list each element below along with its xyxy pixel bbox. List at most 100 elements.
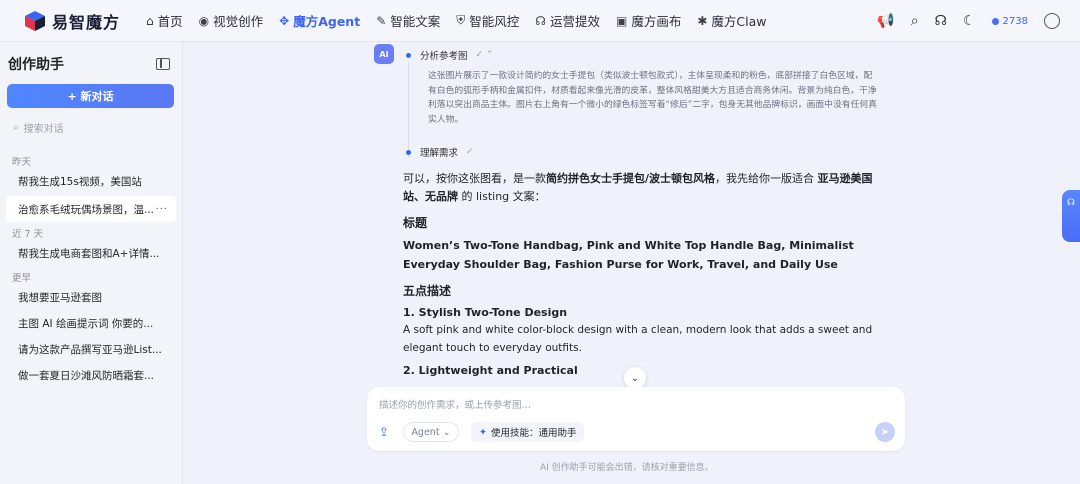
history-item[interactable]: 请为这款产品撰写亚马逊List... — [6, 336, 176, 362]
claw-icon: ✱ — [697, 13, 708, 28]
nav-item-label: 魔方Claw — [711, 14, 767, 29]
top-navbar: 易智魔方 ⌂ 首页 ◉ 视觉创作 ✥ 魔方Agent ✎ 智能文案 ⛨ 智能风控 ☊ 运营提效 ▣ 魔方画… — [0, 0, 1080, 42]
prompt-input[interactable]: 描述你的创作需求，或上传参考图… — [379, 397, 531, 411]
agent-select[interactable]: Agent ⌄ — [403, 422, 459, 442]
megaphone-icon[interactable]: 📢 — [877, 13, 894, 29]
shield-icon: ⛨ — [456, 13, 466, 27]
customer-service-tab[interactable]: ☊ — [1062, 190, 1080, 242]
nav-item-1[interactable]: ◉ 视觉创作 — [199, 11, 264, 30]
eye-icon: ◉ — [198, 13, 210, 28]
moon-icon[interactable]: ☾ — [963, 13, 976, 29]
nav-item-3[interactable]: ✎ 智能文案 — [376, 11, 440, 30]
assistant-answer: 可以，按你这张图看，是一款简约拼色女士手提包/波士顿包风格，我先给你一版适合 亚… — [403, 170, 893, 377]
history-item-label: 帮我生成电商套图和A+详情... — [18, 247, 160, 260]
history-group-label: 近 7 天 — [12, 229, 44, 240]
intro-bold: 简约拼色女士手提包/波士顿包风格 — [546, 172, 716, 185]
step-connector — [408, 62, 409, 158]
canvas-icon: ▣ — [615, 13, 628, 28]
history-item-label: 请为这款产品撰写亚马逊List... — [18, 343, 162, 356]
sidebar-header: 创作助手 — [0, 42, 182, 74]
credits-icon — [991, 17, 999, 25]
nav-item-label: 首页 — [157, 14, 183, 29]
skill-button[interactable]: ✦ 使用技能：通用助手 — [471, 422, 585, 442]
history-item-label: 我想要亚马逊套图 — [18, 291, 102, 304]
history-item-label: 帮我生成15s视频，美国站 — [18, 175, 142, 188]
nav-item-6[interactable]: ▣ 魔方画布 — [616, 11, 681, 30]
history-item-label: 主图 AI 绘画提示词 你要的... — [18, 317, 154, 330]
more-options-icon[interactable]: ··· — [155, 204, 168, 215]
chat-main: AI 分析参考图 ✓ ⌃ 这张图片展示了一款设计简约的女士手提包（类似波士顿包款… — [184, 42, 1080, 484]
intro-text: ，我先给你一版适合 — [715, 172, 818, 185]
history-item-label: 做一套夏日沙滩风防晒霜套... — [18, 369, 155, 382]
nav-item-2[interactable]: ✥ 魔方Agent — [279, 11, 360, 30]
step-analyze-reference[interactable]: 分析参考图 ✓ ⌃ — [406, 48, 493, 62]
app-logo[interactable]: 易智魔方 — [24, 9, 134, 33]
nav-item-label: 魔方画布 — [631, 14, 682, 29]
search-icon: ⌕ — [13, 121, 19, 133]
history-item[interactable]: 帮我生成15s视频，美国站 — [6, 168, 176, 194]
bullet-title: 2. Lightweight and Practical — [403, 364, 578, 377]
avatar[interactable] — [1044, 13, 1060, 29]
listing-title: Women’s Two-Tone Handbag, Pink and White… — [403, 239, 854, 271]
sparkle-icon: ✦ — [479, 426, 487, 438]
intro-text: 可以，按你这张图看，是一款 — [403, 172, 546, 185]
history-item[interactable]: 做一套夏日沙滩风防晒霜套... — [6, 362, 176, 388]
agent-icon: ✥ — [279, 13, 290, 28]
pen-icon: ✎ — [376, 13, 387, 28]
history-group-label: 更早 — [12, 273, 32, 284]
disclaimer-text: AI 创作助手可能会出错，请核对重要信息。 — [540, 463, 714, 473]
history-list: 昨天 帮我生成15s视频，美国站 治愈系毛绒玩偶场景图，温... ··· 近 7 天帮我… — [0, 154, 182, 388]
search-icon[interactable]: ⌕ — [911, 13, 919, 29]
title-heading: 标题 — [403, 216, 428, 230]
collapse-sidebar-icon[interactable] — [156, 58, 170, 70]
scroll-down-button[interactable]: ⌄ — [624, 367, 646, 389]
history-group-label: 昨天 — [12, 157, 32, 168]
nav-item-label: 视觉创作 — [213, 14, 264, 29]
chat-composer: 描述你的创作需求，或上传参考图… ⇪ Agent ⌄ ✦ 使用技能：通用助手 ➤ — [367, 387, 905, 451]
step-dot-icon — [406, 149, 411, 155]
intro-text: 的 listing 文案： — [458, 190, 546, 203]
nav-item-label: 运营提效 — [549, 14, 600, 29]
credits-value: 2738 — [1002, 15, 1028, 27]
headset-icon: ☊ — [1067, 198, 1075, 208]
logo-cube-icon — [25, 10, 45, 31]
check-icon: ✓ ⌃ — [475, 50, 494, 60]
bullet-title: 1. Stylish Two-Tone Design — [403, 306, 568, 319]
history-item[interactable]: 我想要亚马逊套图 — [6, 284, 176, 310]
search-conversations-input[interactable]: ⌕ 搜索对话 — [7, 116, 174, 138]
nav-right-tools: 📢 ⌕ ☊ ☾ 2738 — [861, 0, 1060, 42]
history-item-label: 治愈系毛绒玩偶场景图，温... — [18, 203, 155, 216]
nav-item-5[interactable]: ☊ 运营提效 — [535, 11, 600, 30]
nav-item-label: 智能文案 — [390, 14, 441, 29]
headset-icon[interactable]: ☊ — [935, 13, 947, 29]
history-item[interactable]: 帮我生成电商套图和A+详情... — [6, 240, 176, 266]
agent-label: Agent — [411, 426, 440, 438]
nav-item-0[interactable]: ⌂ 首页 — [146, 11, 183, 30]
sidebar: 创作助手 + 新对话 ⌕ 搜索对话 昨天 帮我生成15s视频，美国站 治愈系毛绒玩偶… — [0, 42, 183, 484]
skill-label: 使用技能：通用助手 — [490, 428, 577, 439]
nav-item-4[interactable]: ⛨ 智能风控 — [456, 11, 519, 30]
check-icon: ✓ — [466, 147, 474, 157]
search-placeholder: 搜索对话 — [23, 123, 64, 135]
headset-icon: ☊ — [535, 13, 546, 28]
nav-menu: ⌂ 首页 ◉ 视觉创作 ✥ 魔方Agent ✎ 智能文案 ⛨ 智能风控 ☊ 运营提效 ▣ 魔方画布 ✱ 魔方C… — [146, 11, 783, 30]
upload-icon[interactable]: ⇪ — [379, 425, 389, 439]
nav-item-label: 魔方Agent — [293, 14, 361, 29]
send-button[interactable]: ➤ — [875, 422, 895, 442]
analysis-text: 这张图片展示了一款设计简约的女士手提包（类似波士顿包款式），主体呈现柔和的粉色，… — [428, 71, 877, 125]
step-dot-icon — [406, 52, 411, 58]
answer-intro: 可以，按你这张图看，是一款简约拼色女士手提包/波士顿包风格，我先给你一版适合 亚… — [403, 170, 893, 206]
history-item[interactable]: 治愈系毛绒玩偶场景图，温... ··· — [6, 196, 176, 222]
new-chat-button[interactable]: + 新对话 — [7, 84, 174, 108]
bullets-heading: 五点描述 — [403, 284, 452, 298]
bullet-text: A soft pink and white color-block design… — [403, 324, 873, 354]
sidebar-title: 创作助手 — [8, 57, 64, 73]
step-label: 理解需求 — [420, 148, 459, 159]
history-item[interactable]: 主图 AI 绘画提示词 你要的... — [6, 310, 176, 336]
home-icon: ⌂ — [146, 13, 154, 28]
ai-avatar-icon: AI — [374, 44, 394, 64]
nav-item-7[interactable]: ✱ 魔方Claw — [697, 11, 766, 30]
step-understand-request[interactable]: 理解需求 ✓ — [406, 145, 474, 159]
app-name: 易智魔方 — [52, 12, 121, 32]
credits-badge[interactable]: 2738 — [991, 15, 1028, 27]
